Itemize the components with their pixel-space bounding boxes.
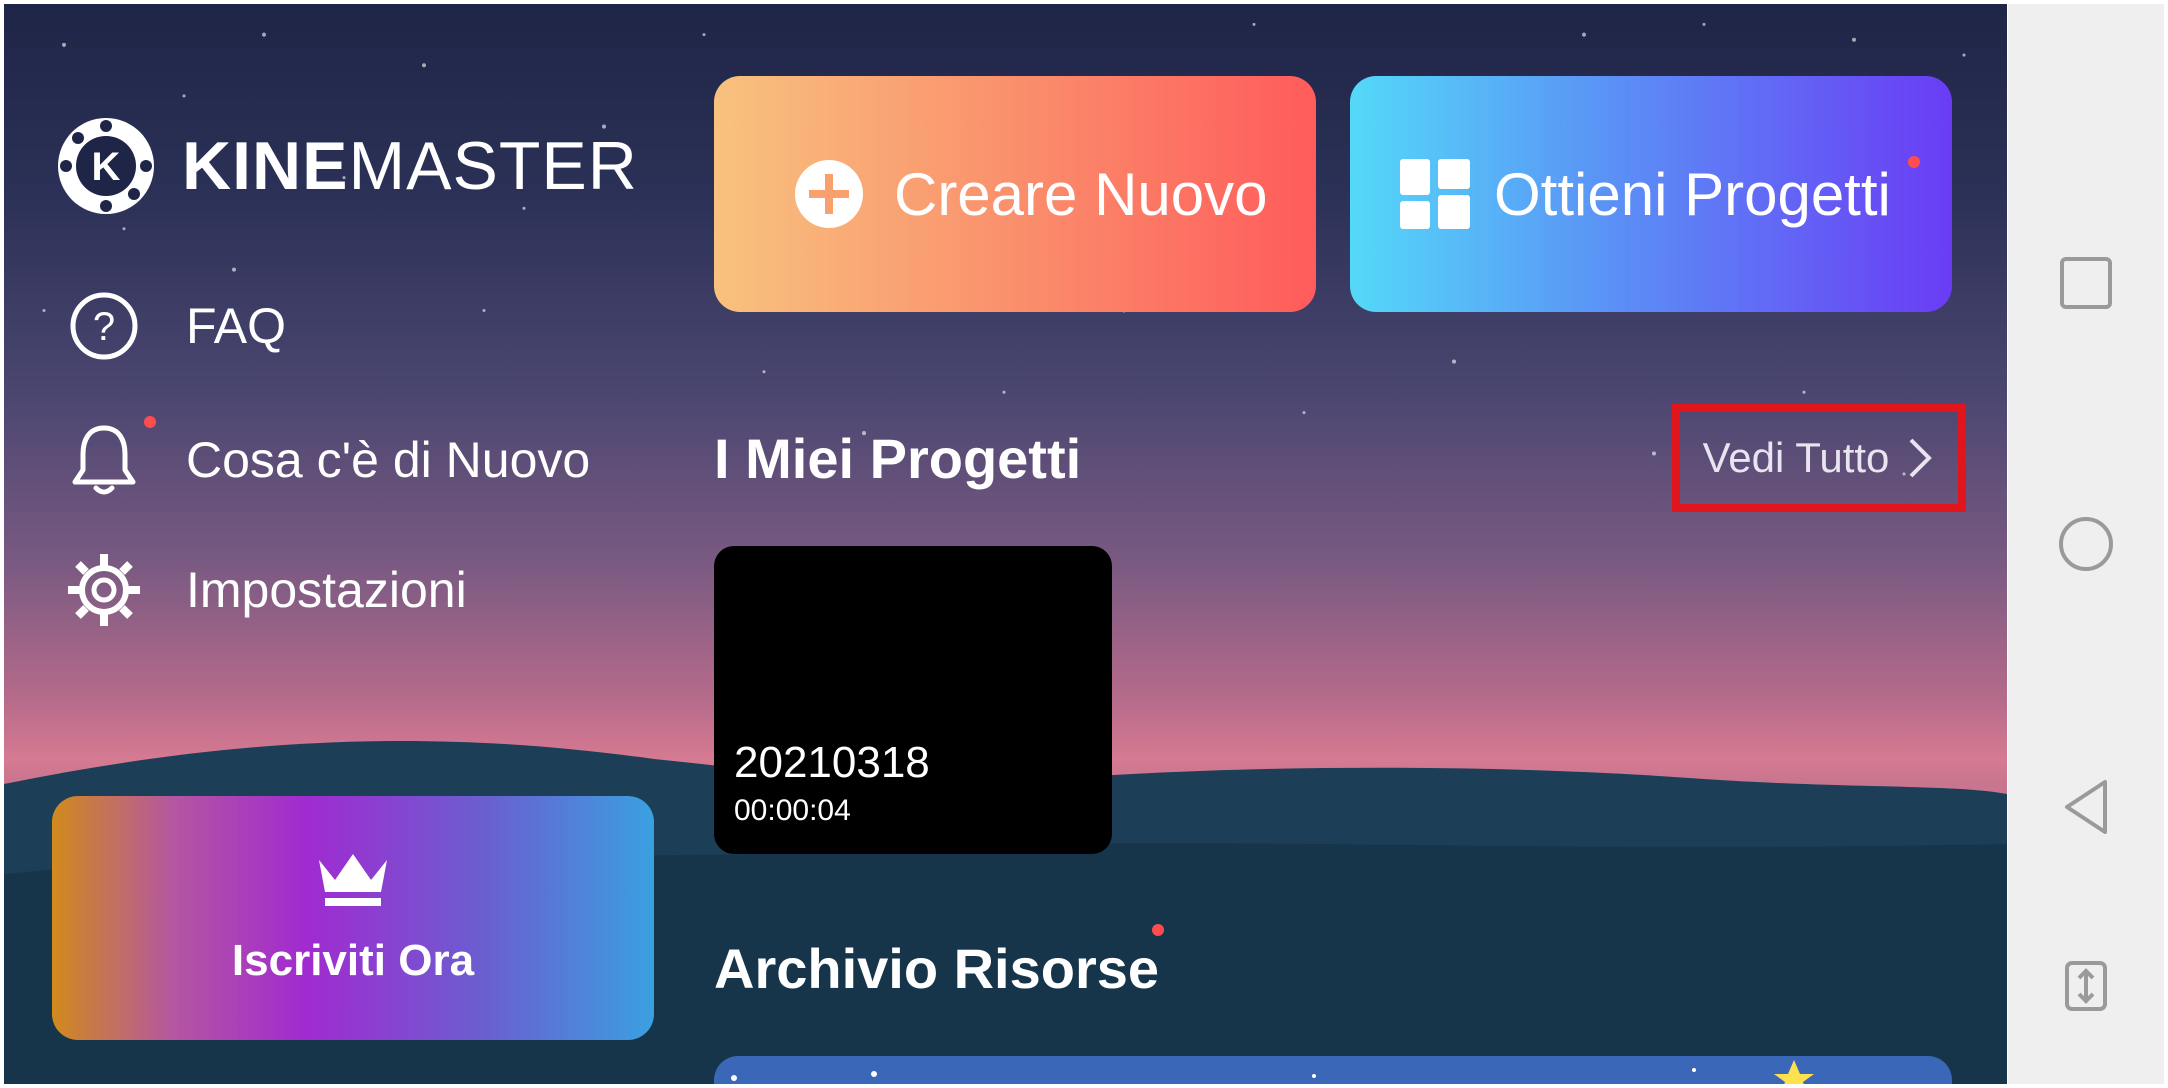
asset-store-banner[interactable] [714, 1056, 1952, 1084]
logo-wordmark: KINEMASTER [182, 128, 638, 204]
crown-icon [319, 854, 387, 906]
create-new-label: Creare Nuovo [894, 160, 1268, 228]
get-projects-button[interactable]: Ottieni Progetti [1350, 76, 1952, 312]
menu-item-faq[interactable]: ? FAQ [66, 288, 286, 364]
grid-icon [1400, 159, 1470, 229]
chevron-right-icon [1909, 438, 1933, 478]
see-all-label: Vedi Tutto [1702, 434, 1890, 481]
menu-label-settings: Impostazioni [186, 562, 467, 618]
create-new-button[interactable]: Creare Nuovo [714, 76, 1316, 312]
plus-circle-icon [795, 160, 863, 228]
asset-banner-decor [731, 1060, 1814, 1084]
notification-dot [144, 416, 156, 428]
subscribe-label: Iscriviti Ora [231, 936, 475, 985]
recent-apps-icon[interactable] [2059, 256, 2113, 310]
svg-text:?: ? [93, 305, 115, 349]
gear-icon [66, 552, 142, 628]
project-duration: 00:00:04 [734, 794, 851, 827]
project-card[interactable]: 20210318 00:00:04 [714, 546, 1112, 854]
see-all-button[interactable]: Vedi Tutto [1672, 404, 1966, 512]
notification-dot [1152, 924, 1164, 936]
get-projects-label: Ottieni Progetti [1494, 160, 1891, 228]
help-circle-icon: ? [66, 288, 142, 364]
back-icon[interactable] [2061, 778, 2111, 836]
asset-store-title: Archivio Risorse [714, 937, 1160, 1000]
menu-item-settings[interactable]: Impostazioni [66, 552, 467, 628]
screen-resize-icon[interactable] [2064, 960, 2108, 1012]
project-name: 20210318 [734, 738, 930, 787]
logo-letter: K [92, 145, 121, 189]
subscribe-now-button[interactable]: Iscriviti Ora [52, 796, 654, 1040]
menu-label-faq: FAQ [186, 298, 287, 354]
notification-dot [1908, 156, 1920, 168]
kinemaster-logo: K KINEMASTER [56, 116, 638, 216]
menu-label-whats-new: Cosa c'è di Nuovo [186, 432, 591, 488]
system-navigation-bar [2008, 4, 2164, 1084]
my-projects-title: I Miei Progetti [714, 427, 1082, 490]
kinemaster-home-screen: K KINEMASTER ? FAQ Cosa c'è di Nuovo Imp… [4, 4, 2007, 1084]
menu-item-whats-new[interactable]: Cosa c'è di Nuovo [66, 416, 591, 498]
kinemaster-logo-icon: K [58, 118, 154, 214]
home-icon[interactable] [2058, 516, 2114, 572]
bell-icon [66, 416, 156, 498]
